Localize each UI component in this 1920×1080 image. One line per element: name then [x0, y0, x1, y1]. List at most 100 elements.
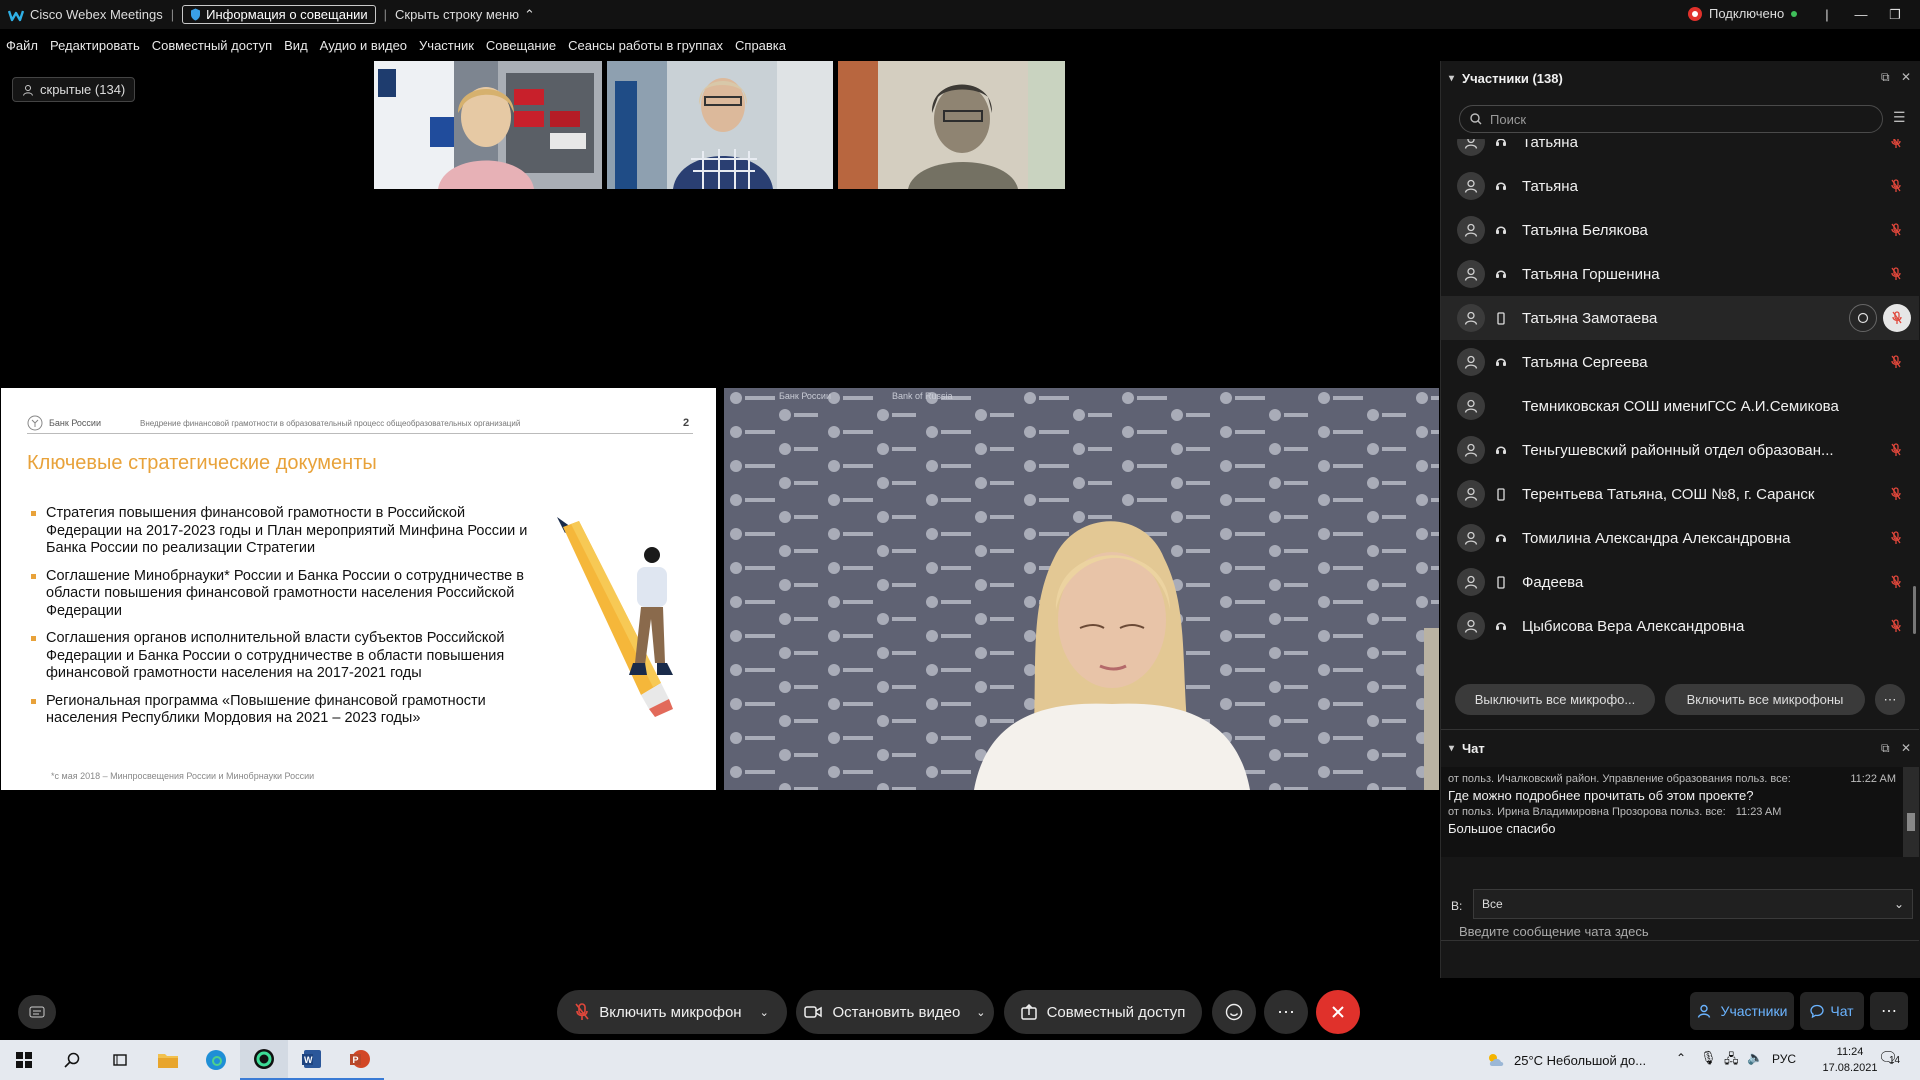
- mute-all-button[interactable]: Выключить все микрофо...: [1455, 684, 1655, 715]
- more-button[interactable]: ⋯: [1264, 990, 1308, 1034]
- avatar: [1457, 436, 1485, 464]
- minimize-button[interactable]: —: [1844, 0, 1878, 29]
- participant-row[interactable]: Темниковская СОШ имениГСС А.И.Семикова: [1441, 384, 1919, 428]
- search-button[interactable]: [48, 1040, 96, 1080]
- video-thumbnail[interactable]: [838, 61, 1065, 189]
- muted-mic-icon[interactable]: [1891, 443, 1901, 457]
- muted-mic-icon[interactable]: [1891, 487, 1901, 501]
- task-view-button[interactable]: [96, 1040, 144, 1080]
- hidden-participants-button[interactable]: скрытые (134): [12, 77, 136, 102]
- file-explorer-button[interactable]: [144, 1040, 192, 1080]
- hide-menu-button[interactable]: Скрыть строку меню ⌃: [395, 7, 535, 23]
- menu-file[interactable]: Файл: [0, 38, 44, 53]
- participant-row[interactable]: Татьяна: [1441, 164, 1919, 208]
- unmute-all-button[interactable]: Включить все микрофоны: [1665, 684, 1865, 715]
- muted-mic-icon[interactable]: [1891, 575, 1901, 589]
- avatar: [1457, 568, 1485, 596]
- muted-mic-icon[interactable]: [1891, 531, 1901, 545]
- menu-share[interactable]: Совместный доступ: [146, 38, 278, 53]
- leave-meeting-button[interactable]: [1316, 990, 1360, 1034]
- meeting-info-button[interactable]: Информация о совещании: [182, 5, 376, 24]
- muted-mic-icon[interactable]: [1891, 179, 1901, 193]
- reactions-button[interactable]: [1212, 990, 1256, 1034]
- menu-edit[interactable]: Редактировать: [44, 38, 146, 53]
- headset-icon: [1494, 139, 1508, 149]
- participants-search-input[interactable]: Поиск: [1459, 105, 1883, 133]
- speaker-video[interactable]: Банк России Bank of Russia: [724, 388, 1439, 790]
- task-view-icon: [113, 1054, 127, 1066]
- volume-icon[interactable]: 🔈: [1747, 1050, 1763, 1066]
- participants-header[interactable]: ▾ Участники (138): [1449, 71, 1563, 86]
- chat-with-participant-button[interactable]: [1849, 304, 1877, 332]
- chat-panel-button[interactable]: Чат: [1800, 992, 1864, 1030]
- participant-row[interactable]: Татьяна Замотаева: [1441, 296, 1919, 340]
- chevron-down-icon[interactable]: ⌄: [976, 1006, 985, 1019]
- participant-row[interactable]: Томилина Александра Александровна: [1441, 516, 1919, 560]
- menu-help[interactable]: Справка: [729, 38, 792, 53]
- chat-message-input[interactable]: Введите сообщение чата здесь: [1459, 924, 1649, 939]
- participant-row[interactable]: Татьяна Сергеева: [1441, 340, 1919, 384]
- participants-scrollbar[interactable]: [1913, 586, 1916, 634]
- menu-breakout[interactable]: Сеансы работы в группах: [562, 38, 729, 53]
- word-button[interactable]: W: [288, 1040, 336, 1080]
- participant-row[interactable]: Терентьева Татьяна, СОШ №8, г. Саранск: [1441, 472, 1919, 516]
- chevron-down-icon[interactable]: ⌄: [760, 1006, 769, 1019]
- weather-widget[interactable]: 25°C Небольшой до...: [1486, 1040, 1646, 1080]
- smiley-icon: [1225, 1003, 1243, 1021]
- participant-row[interactable]: Татьяна: [1441, 139, 1919, 164]
- video-thumbnail[interactable]: [374, 61, 602, 189]
- chevron-down-icon[interactable]: ▾: [1449, 743, 1454, 754]
- start-button[interactable]: [0, 1040, 48, 1080]
- participant-row[interactable]: Теньгушевский районный отдел образован..…: [1441, 428, 1919, 472]
- chevron-down-icon[interactable]: ▾: [1449, 73, 1454, 84]
- close-icon[interactable]: ✕: [1901, 70, 1911, 84]
- chat-header[interactable]: ▾ Чат: [1449, 741, 1485, 756]
- menu-audio-video[interactable]: Аудио и видео: [314, 38, 413, 53]
- menu-view[interactable]: Вид: [278, 38, 314, 53]
- captions-button[interactable]: [18, 995, 56, 1029]
- participant-row[interactable]: Татьяна Белякова: [1441, 208, 1919, 252]
- popout-icon[interactable]: ⧉: [1881, 70, 1890, 85]
- participant-name: Татьяна Белякова: [1522, 221, 1648, 239]
- participants-panel-button[interactable]: Участники: [1690, 992, 1794, 1030]
- sidebar-more-button[interactable]: ⋯: [1870, 992, 1908, 1030]
- sort-icon[interactable]: ☰: [1893, 109, 1906, 126]
- muted-mic-icon[interactable]: [1891, 223, 1901, 237]
- menu-meeting[interactable]: Совещание: [480, 38, 562, 53]
- participant-row[interactable]: Татьяна Горшенина: [1441, 252, 1919, 296]
- video-thumbnail[interactable]: [607, 61, 833, 189]
- person-icon: [1464, 575, 1478, 589]
- participant-row[interactable]: Цыбисова Вера Александровна: [1441, 604, 1919, 648]
- muted-mic-icon[interactable]: [1891, 139, 1901, 149]
- avatar: [1457, 260, 1485, 288]
- chat-recipient-select[interactable]: Все ⌄: [1473, 889, 1913, 919]
- popout-icon[interactable]: ⧉: [1881, 741, 1890, 756]
- participant-name: Татьяна: [1522, 177, 1578, 195]
- notifications-button[interactable]: 🗨 14: [1878, 1048, 1904, 1072]
- language-indicator[interactable]: РУС: [1772, 1052, 1796, 1066]
- network-icon[interactable]: 🖧: [1724, 1050, 1739, 1072]
- microphone-tray-icon[interactable]: 🎙: [1700, 1050, 1717, 1066]
- restore-button[interactable]: ❐: [1878, 0, 1912, 29]
- more-options-button[interactable]: ⋯: [1875, 684, 1905, 715]
- tray-chevron-up-icon[interactable]: ⌃: [1676, 1051, 1686, 1065]
- share-button[interactable]: Совместный доступ: [1004, 990, 1202, 1034]
- stop-video-button[interactable]: Остановить видео ⌄: [796, 990, 994, 1034]
- muted-mic-icon[interactable]: [1891, 355, 1901, 369]
- unmute-button[interactable]: Включить микрофон ⌄: [557, 990, 787, 1034]
- muted-mic-icon[interactable]: [1891, 267, 1901, 281]
- close-window-button[interactable]: ✕: [1912, 0, 1920, 29]
- shared-slide[interactable]: Банк России Внедрение финансовой грамотн…: [1, 388, 716, 790]
- share-icon: [1020, 1004, 1037, 1020]
- close-icon[interactable]: ✕: [1901, 741, 1911, 755]
- webex-taskbar-button[interactable]: [240, 1040, 288, 1080]
- powerpoint-button[interactable]: P: [336, 1040, 384, 1080]
- participant-row[interactable]: Фадеева: [1441, 560, 1919, 604]
- edge-button[interactable]: [192, 1040, 240, 1080]
- muted-mic-icon[interactable]: [1891, 619, 1901, 633]
- menu-participant[interactable]: Участник: [413, 38, 480, 53]
- unmute-participant-button[interactable]: [1883, 304, 1911, 332]
- chevron-down-icon: ⌄: [1893, 897, 1904, 911]
- chat-scrollbar[interactable]: [1903, 767, 1919, 857]
- connection-status[interactable]: Подключено: [1688, 6, 1798, 21]
